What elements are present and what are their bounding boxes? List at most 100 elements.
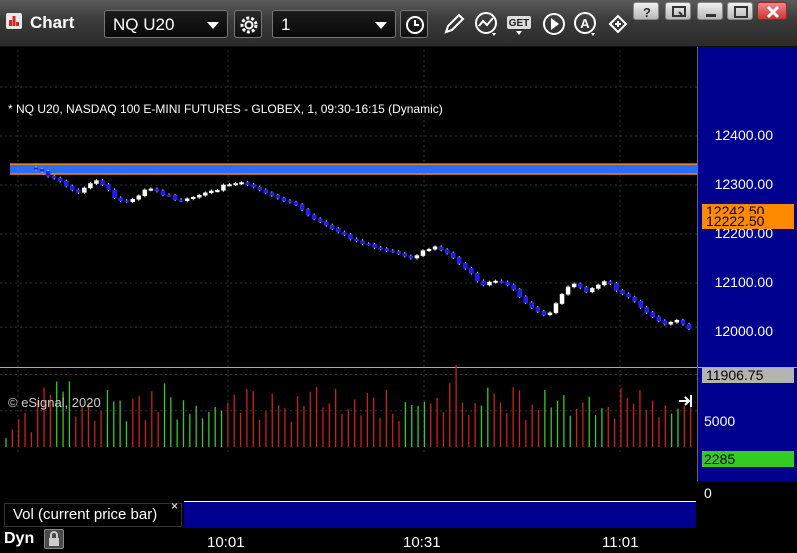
window-title: Chart — [30, 13, 75, 32]
candle-body — [100, 180, 105, 185]
candle-body — [638, 300, 643, 308]
candle-body — [372, 244, 377, 248]
candle-body — [63, 180, 69, 187]
price-pane — [0, 47, 697, 367]
maximize-icon[interactable] — [727, 2, 753, 20]
candle-body — [438, 246, 444, 250]
cursor-icon[interactable] — [604, 10, 632, 38]
candle-body — [402, 253, 408, 257]
candle-body — [106, 184, 111, 191]
candle-body — [82, 187, 87, 193]
candle-body — [184, 198, 190, 201]
lock-icon[interactable] — [44, 529, 64, 549]
candle-body — [245, 182, 250, 185]
time-axis-label: 10:31 — [403, 534, 441, 551]
candle-body — [505, 281, 510, 286]
interval-dropdown[interactable]: 1 — [272, 10, 396, 38]
close-icon[interactable] — [757, 2, 787, 20]
candle-body — [178, 199, 184, 202]
candle-body — [148, 188, 154, 191]
get-label: GET — [509, 18, 530, 29]
last-price-tag: 11906.75 — [702, 368, 794, 383]
candle-body — [450, 252, 456, 258]
price-axis-label: 12000.00 — [714, 323, 773, 339]
candle-body — [317, 218, 323, 222]
time-axis-label: 11:01 — [602, 534, 639, 551]
candle-body — [251, 184, 256, 188]
minimize-icon[interactable] — [697, 2, 723, 20]
candle-body — [553, 303, 559, 314]
last-volume-tag: 2285 — [702, 451, 794, 467]
jump-to-end-icon[interactable] — [678, 393, 694, 409]
candle-body — [499, 280, 504, 283]
candle-body — [348, 234, 353, 240]
candle-body — [305, 209, 311, 216]
alert-icon[interactable]: A — [571, 10, 599, 38]
dynamic-mode-label[interactable]: Dyn — [4, 530, 34, 548]
candle-body — [680, 319, 686, 325]
candle-body — [136, 195, 142, 200]
volume-axis-label: 5000 — [704, 413, 736, 429]
candle-body — [523, 296, 528, 303]
candle-body — [432, 246, 438, 250]
candle-body — [390, 250, 395, 253]
candle-body — [674, 319, 680, 323]
svg-text:A: A — [580, 16, 590, 31]
volume-pane-footer — [184, 501, 696, 528]
candle-body — [342, 231, 347, 235]
chart-area[interactable]: * NQ U20, NASDAQ 100 E-MINI FUTURES - GL… — [0, 47, 797, 551]
candle-body — [154, 188, 160, 192]
candle-body — [172, 195, 178, 200]
symbol-dropdown[interactable]: NQ U20 — [104, 10, 228, 38]
candle-body — [559, 294, 565, 304]
chart-canvas[interactable] — [0, 47, 797, 507]
candle-body — [626, 293, 631, 298]
candle-body — [644, 307, 649, 313]
candle-body — [124, 200, 129, 203]
get-icon[interactable]: GET — [505, 10, 533, 38]
candle-body — [444, 249, 450, 254]
candle-body — [94, 180, 99, 184]
candle-body — [209, 190, 214, 194]
symbol-value: NQ U20 — [113, 15, 175, 34]
candle-body — [336, 228, 341, 233]
play-icon[interactable] — [540, 10, 568, 38]
candle-body — [571, 283, 577, 288]
svg-text:?: ? — [643, 5, 651, 20]
candle-body — [541, 311, 547, 316]
candle-body — [39, 169, 45, 172]
candle-body — [493, 280, 498, 283]
restore-icon[interactable] — [665, 2, 691, 20]
candle-body — [408, 255, 414, 259]
candle-body — [142, 189, 148, 197]
pencil-draw-icon[interactable] — [440, 10, 468, 38]
candle-body — [614, 283, 619, 291]
study-icon[interactable] — [472, 10, 500, 38]
candle-body — [360, 240, 365, 245]
candle-body — [160, 190, 166, 196]
candle-body — [257, 186, 262, 191]
candle-body — [239, 182, 244, 185]
candle-body — [481, 280, 486, 286]
clock-icon[interactable] — [400, 10, 428, 38]
candle-body — [221, 184, 226, 191]
price-tag-low: 12222.50 — [702, 214, 794, 229]
candle-body — [590, 288, 595, 293]
help-icon[interactable]: ? — [633, 2, 659, 20]
close-volume-pane-icon[interactable]: × — [171, 499, 178, 513]
candle-body — [190, 197, 196, 199]
candle-body — [33, 167, 39, 170]
candle-body — [299, 204, 305, 210]
candle-body — [535, 307, 541, 312]
candle-body — [632, 296, 637, 302]
chevron-down-icon — [375, 22, 387, 29]
candle-body — [227, 184, 232, 187]
candle-body — [469, 268, 474, 274]
copyright-label: © eSignal, 2020 — [8, 395, 101, 410]
candle-body — [602, 281, 607, 286]
candle-body — [511, 284, 516, 290]
candle-body — [475, 272, 480, 282]
settings-gear-icon[interactable] — [234, 10, 262, 38]
candle-body — [287, 200, 293, 203]
chart-header: * NQ U20, NASDAQ 100 E-MINI FUTURES - GL… — [8, 102, 443, 116]
